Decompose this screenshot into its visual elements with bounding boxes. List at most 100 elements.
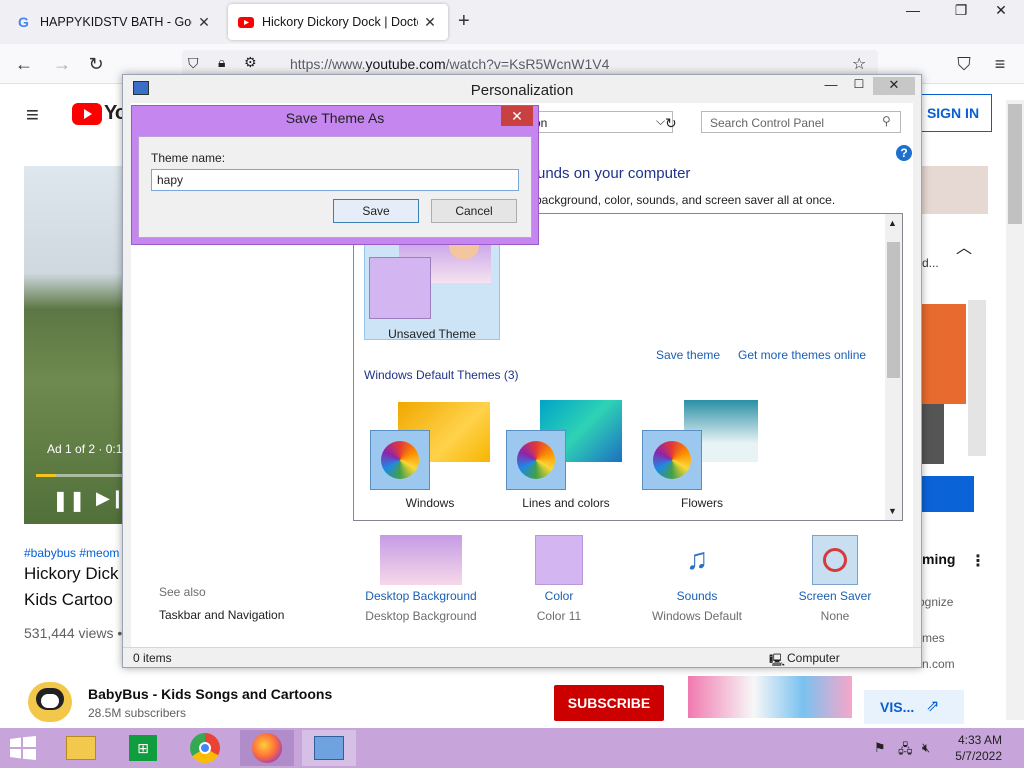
color-palette-icon — [642, 430, 702, 490]
side-product-image-2[interactable] — [922, 404, 944, 464]
ad-product-image[interactable] — [688, 676, 852, 718]
side-text-2: ognize — [918, 595, 954, 609]
save-theme-as-dialog: Save Theme As ✕ Theme name: Save Cancel — [131, 105, 539, 245]
theme-name-label: Theme name: — [151, 151, 226, 165]
hashtags[interactable]: #babybus #meom — [24, 546, 119, 560]
side-scrollbar[interactable] — [968, 300, 986, 456]
save-theme-link[interactable]: Save theme — [656, 348, 720, 362]
dialog-close-icon[interactable]: ✕ — [501, 106, 533, 126]
screen-saver-icon — [812, 535, 858, 585]
hamburger-menu-icon[interactable]: ≡ — [26, 102, 39, 128]
pocket-icon[interactable]: ⛉ — [952, 52, 976, 76]
network-icon[interactable]: 🖧︎ — [898, 740, 913, 762]
close-window-icon[interactable]: ✕ — [873, 77, 915, 95]
subscribe-button[interactable]: SUBSCRIBE — [554, 685, 664, 721]
cancel-button[interactable]: Cancel — [431, 199, 517, 223]
collapse-chevron-icon[interactable]: ︿ — [956, 234, 972, 258]
file-explorer-icon[interactable] — [62, 732, 100, 764]
side-text: d... — [922, 256, 939, 270]
svg-text:G: G — [18, 14, 29, 30]
chrome-icon[interactable] — [186, 732, 224, 764]
see-also-label: See also — [159, 585, 206, 599]
volume-muted-icon[interactable]: 🔇︎ — [922, 740, 930, 756]
sign-in-button[interactable]: SIGN IN — [914, 94, 992, 132]
external-link-icon: ⇗ — [926, 698, 940, 715]
side-text-3: mes — [922, 631, 945, 645]
taskbar-navigation-link[interactable]: Taskbar and Navigation — [159, 608, 284, 622]
close-window-icon[interactable]: ✕ — [986, 2, 1016, 22]
theme-windows[interactable]: Windows — [368, 400, 492, 510]
pause-icon[interactable]: ❚❚ — [52, 488, 86, 513]
address-dropdown-icon[interactable]: ⌵ — [656, 114, 665, 129]
clock-date: 5/7/2022 — [955, 749, 1002, 763]
url-text[interactable]: https://www.youtube.com/watch?v=KsR5WcnW… — [290, 56, 609, 72]
back-icon[interactable]: ← — [12, 52, 36, 76]
windows-logo-icon — [10, 736, 36, 760]
color-palette-icon — [506, 430, 566, 490]
reload-icon[interactable]: ↻ — [84, 52, 108, 76]
status-bar: 0 items 🖳︎ Computer — [123, 647, 921, 667]
side-text-4: n.com — [922, 657, 955, 671]
permissions-icon[interactable]: ⚙ — [244, 54, 257, 71]
browser-tab-hickory[interactable]: Hickory Dickory Dock | Doctor ✕ — [228, 4, 448, 40]
video-title-line1: Hickory Dick — [24, 564, 119, 583]
browser-tab-happykidstv[interactable]: G HAPPYKIDSTV BATH - Google S ✕ — [6, 4, 222, 40]
menu-icon[interactable]: ≡ — [988, 52, 1012, 76]
minimize-icon[interactable]: — — [898, 2, 928, 22]
restore-icon[interactable]: ❐ — [946, 2, 976, 22]
control-panel-taskbar-icon[interactable] — [302, 730, 356, 766]
color-palette-icon — [370, 430, 430, 490]
youtube-icon — [238, 14, 254, 30]
taskbar-clock[interactable]: 4:33 AM 5/7/2022 — [955, 732, 1002, 764]
store-icon[interactable]: ⊞ — [124, 732, 162, 764]
side-product-image[interactable] — [922, 304, 966, 404]
desktop-background-item[interactable]: Desktop Background Desktop Background — [361, 535, 481, 623]
tab-title: Hickory Dickory Dock | Doctor — [262, 15, 418, 29]
next-icon[interactable]: ▶❙ — [96, 488, 125, 509]
bookmark-star-icon[interactable]: ☆ — [852, 54, 866, 74]
themes-scrollbar[interactable]: ▲ ▼ — [885, 214, 902, 520]
page-scrollbar[interactable] — [1006, 100, 1024, 720]
start-button[interactable] — [4, 732, 42, 764]
side-ad-image[interactable] — [922, 166, 988, 214]
minimize-icon[interactable]: — — [819, 77, 843, 92]
screen-saver-item[interactable]: Screen Saver None — [775, 535, 895, 623]
progress-bar[interactable] — [36, 474, 134, 477]
color-item[interactable]: Color Color 11 — [499, 535, 619, 623]
sounds-item[interactable]: ♫ Sounds Windows Default — [637, 535, 757, 623]
youtube-logo-icon — [72, 102, 102, 125]
color-swatch-icon — [535, 535, 583, 585]
youtube-logo[interactable]: Yo — [72, 102, 127, 125]
help-icon[interactable]: ? — [896, 145, 912, 161]
scroll-down-icon[interactable]: ▼ — [888, 506, 897, 516]
theme-name-input[interactable] — [151, 169, 519, 191]
video-player[interactable]: Ad 1 of 2 · 0:1 ❚❚ ▶❙ — [24, 166, 134, 524]
firefox-icon[interactable] — [240, 730, 294, 766]
refresh-icon[interactable]: ↻ — [665, 115, 677, 132]
channel-avatar[interactable] — [28, 682, 72, 722]
action-center-flag-icon[interactable]: ⚑ — [874, 740, 886, 756]
scroll-up-icon[interactable]: ▲ — [888, 218, 897, 228]
forward-icon[interactable]: → — [50, 52, 74, 76]
side-blue-button[interactable] — [922, 476, 974, 512]
search-control-panel-input[interactable]: Search Control Panel ⚲ — [701, 111, 901, 133]
theme-lines-and-colors[interactable]: Lines and colors — [504, 400, 628, 510]
get-more-themes-link[interactable]: Get more themes online — [738, 348, 866, 362]
save-button[interactable]: Save — [333, 199, 419, 223]
dialog-body: Theme name: Save Cancel — [138, 136, 532, 238]
close-tab-icon[interactable]: ✕ — [422, 14, 438, 31]
view-count: 531,444 views • — [24, 625, 123, 641]
channel-name[interactable]: BabyBus - Kids Songs and Cartoons — [88, 686, 332, 702]
close-tab-icon[interactable]: ✕ — [196, 14, 212, 31]
maximize-icon[interactable]: ☐ — [847, 77, 871, 91]
lock-icon[interactable]: 🔒︎ — [218, 54, 225, 71]
personalization-title-bar[interactable]: Personalization — ☐ ✕ — [123, 75, 921, 103]
scrollbar-thumb[interactable] — [887, 242, 900, 378]
visit-button[interactable]: VIS... ⇗ — [864, 690, 964, 724]
default-themes-header: Windows Default Themes (3) — [364, 368, 519, 382]
tracking-shield-icon[interactable]: ⛉ — [188, 55, 199, 72]
new-tab-button[interactable]: + — [458, 10, 470, 33]
theme-flowers[interactable]: Flowers — [640, 400, 764, 510]
sounds-icon: ♫ — [685, 543, 709, 576]
more-vert-icon[interactable]: ⋮ — [970, 551, 986, 571]
